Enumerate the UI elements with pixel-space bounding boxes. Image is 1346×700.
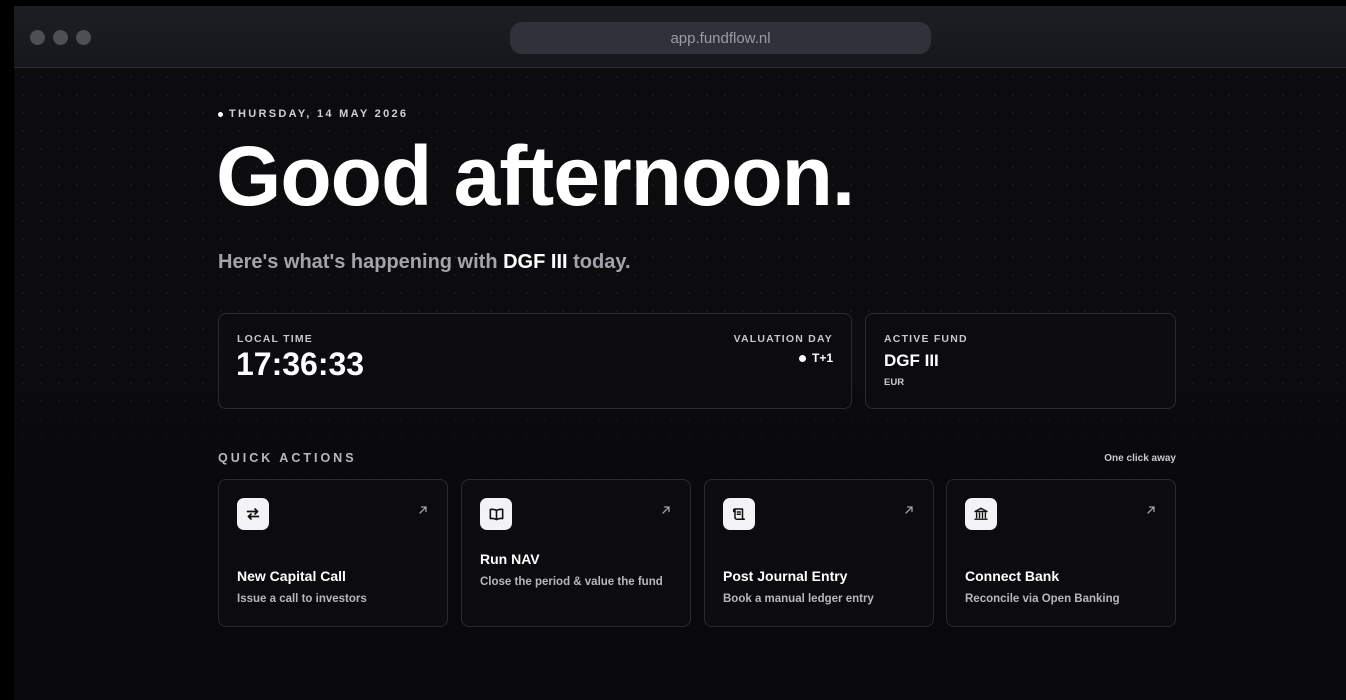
browser-titlebar: app.fundflow.nl — [14, 6, 1346, 68]
dashboard-content: THURSDAY, 14 MAY 2026 Good afternoon. He… — [14, 68, 1346, 700]
active-fund-name: DGF III — [884, 351, 939, 370]
action-title: New Capital Call — [237, 568, 346, 584]
action-title: Post Journal Entry — [723, 568, 848, 584]
open-arrow-icon — [905, 506, 913, 514]
subtitle-prefix: Here's what's happening with — [218, 251, 504, 273]
local-time-card: LOCAL TIME 17:36:33 VALUATION DAY T+1 — [218, 313, 852, 409]
action-description: Issue a call to investors — [237, 593, 367, 605]
open-arrow-icon — [662, 506, 670, 514]
valuation-day-text: T+1 — [811, 351, 833, 365]
valuation-day-value: T+1 — [798, 351, 833, 365]
subtitle-fund-name: DGF III — [503, 251, 568, 273]
valuation-day-label: VALUATION DAY — [733, 333, 833, 345]
connect-bank-button[interactable]: Connect Bank Reconcile via Open Banking — [946, 479, 1176, 627]
subtitle-suffix: today. — [567, 251, 631, 273]
open-book-icon — [480, 498, 512, 530]
transfer-arrows-icon — [237, 498, 269, 530]
page-subtitle: Here's what's happening with DGF III tod… — [218, 251, 631, 274]
scroll-icon — [723, 498, 755, 530]
active-fund-label: ACTIVE FUND — [884, 333, 968, 345]
run-nav-button[interactable]: Run NAV Close the period & value the fun… — [461, 479, 691, 627]
date-bullet-icon — [218, 111, 223, 117]
active-fund-currency: EUR — [884, 377, 905, 388]
active-fund-card[interactable]: ACTIVE FUND DGF III EUR — [865, 313, 1176, 409]
open-arrow-icon — [419, 506, 427, 514]
action-description: Close the period & value the fund — [480, 576, 663, 588]
maximize-window-dot[interactable] — [76, 30, 91, 45]
local-time-value: 17:36:33 — [236, 346, 365, 382]
post-journal-entry-button[interactable]: Post Journal Entry Book a manual ledger … — [704, 479, 934, 627]
page-title: Good afternoon. — [216, 129, 855, 223]
browser-window: app.fundflow.nl THURSDAY, 14 MAY 2026 Go… — [14, 6, 1346, 700]
new-capital-call-button[interactable]: New Capital Call Issue a call to investo… — [218, 479, 448, 627]
current-date-text: THURSDAY, 14 MAY 2026 — [229, 108, 409, 120]
dashboard-main: THURSDAY, 14 MAY 2026 Good afternoon. He… — [216, 68, 1176, 700]
address-bar-url: app.fundflow.nl — [670, 29, 771, 47]
bank-icon — [965, 498, 997, 530]
window-controls — [30, 30, 91, 45]
status-dot-icon — [798, 354, 806, 362]
close-window-dot[interactable] — [30, 30, 45, 45]
quick-actions-title: QUICK ACTIONS — [218, 451, 357, 465]
action-description: Book a manual ledger entry — [723, 593, 874, 605]
address-bar[interactable]: app.fundflow.nl — [510, 22, 931, 54]
action-title: Connect Bank — [965, 568, 1060, 584]
minimize-window-dot[interactable] — [53, 30, 68, 45]
action-description: Reconcile via Open Banking — [965, 593, 1120, 605]
current-date: THURSDAY, 14 MAY 2026 — [218, 108, 408, 120]
open-arrow-icon — [1147, 506, 1155, 514]
local-time-label: LOCAL TIME — [237, 333, 313, 345]
quick-actions-hint: One click away — [1104, 453, 1176, 464]
action-title: Run NAV — [480, 551, 540, 567]
